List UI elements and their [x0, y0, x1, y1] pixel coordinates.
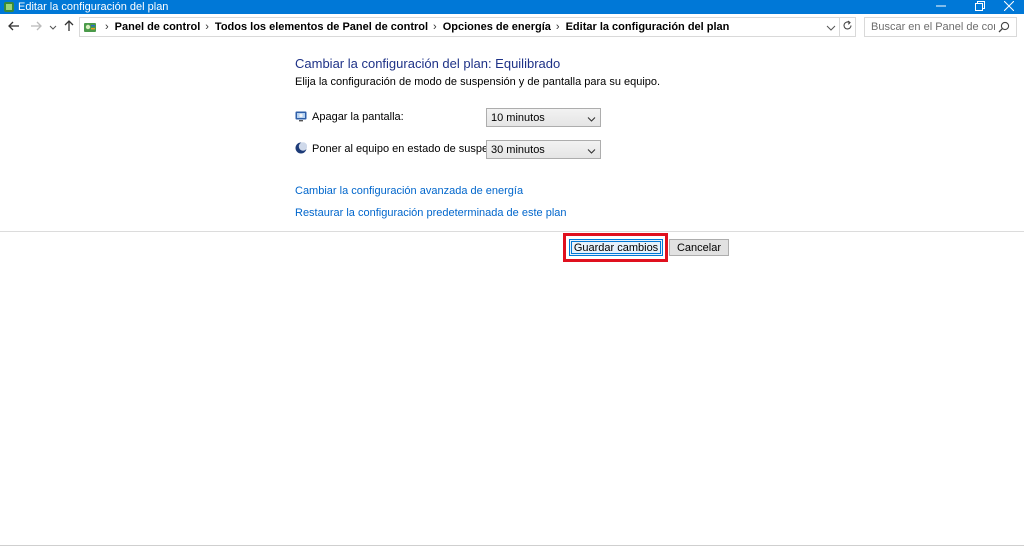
address-bar[interactable]: › Panel de control › Todos los elementos…: [79, 17, 840, 37]
page-subtitle: Elija la configuración de modo de suspen…: [295, 76, 661, 88]
breadcrumb: › Panel de control › Todos los elementos…: [100, 18, 729, 36]
chevron-right-icon: ›: [555, 21, 560, 33]
moon-icon: [295, 142, 308, 154]
divider: [0, 231, 1024, 232]
display-off-label: Apagar la pantalla:: [312, 111, 404, 123]
chevron-down-icon: [826, 22, 836, 36]
arrow-up-icon: [63, 19, 75, 35]
chevron-right-icon: ›: [433, 21, 437, 33]
breadcrumb-item[interactable]: Opciones de energía: [443, 21, 551, 33]
control-panel-icon: [83, 20, 97, 34]
window-title: Editar la configuración del plan: [18, 1, 169, 13]
forward-button[interactable]: [28, 19, 44, 35]
search-box: [864, 17, 1017, 37]
breadcrumb-item[interactable]: Panel de control: [115, 21, 201, 33]
search-input[interactable]: [865, 18, 995, 36]
restore-icon: [975, 0, 985, 14]
sleep-setting: Poner al equipo en estado de suspensión:…: [295, 140, 615, 160]
refresh-button[interactable]: [839, 17, 856, 37]
close-icon: [1003, 0, 1015, 14]
sleep-dropdown[interactable]: 30 minutos: [486, 140, 601, 159]
navigation-bar: › Panel de control › Todos los elementos…: [0, 14, 1024, 40]
arrow-left-icon: [8, 20, 20, 35]
app-icon: [3, 1, 15, 13]
address-history-button[interactable]: [826, 22, 836, 32]
display-off-value: 10 minutos: [491, 112, 545, 124]
main-content: Cambiar la configuración del plan: Equil…: [0, 40, 1024, 546]
cancel-button[interactable]: Cancelar: [669, 239, 729, 256]
page-title: Cambiar la configuración del plan: Equil…: [295, 56, 561, 71]
minimize-button[interactable]: [926, 0, 956, 14]
refresh-icon: [842, 20, 853, 34]
minimize-icon: [936, 0, 946, 14]
up-button[interactable]: [61, 19, 77, 35]
chevron-down-icon: [587, 114, 596, 122]
chevron-down-icon: [49, 20, 57, 34]
chevron-down-icon: [587, 146, 596, 154]
monitor-icon: [295, 110, 307, 122]
title-bar: Editar la configuración del plan: [0, 0, 1024, 14]
chevron-right-icon: ›: [105, 21, 109, 33]
arrow-right-icon: [30, 20, 42, 35]
search-icon[interactable]: [998, 21, 1010, 33]
breadcrumb-item[interactable]: Todos los elementos de Panel de control: [215, 21, 428, 33]
chevron-right-icon: ›: [205, 21, 209, 33]
display-off-setting: Apagar la pantalla: 10 minutos: [295, 108, 615, 128]
restore-defaults-link[interactable]: Restaurar la configuración predeterminad…: [295, 207, 567, 219]
breadcrumb-item[interactable]: Editar la configuración del plan: [566, 21, 730, 33]
close-button[interactable]: [994, 0, 1024, 14]
sleep-value: 30 minutos: [491, 144, 545, 156]
display-off-dropdown[interactable]: 10 minutos: [486, 108, 601, 127]
back-button[interactable]: [6, 19, 22, 35]
advanced-power-settings-link[interactable]: Cambiar la configuración avanzada de ene…: [295, 185, 523, 197]
restore-button[interactable]: [965, 0, 995, 14]
save-button[interactable]: Guardar cambios: [569, 239, 663, 256]
recent-locations-button[interactable]: [48, 19, 58, 35]
